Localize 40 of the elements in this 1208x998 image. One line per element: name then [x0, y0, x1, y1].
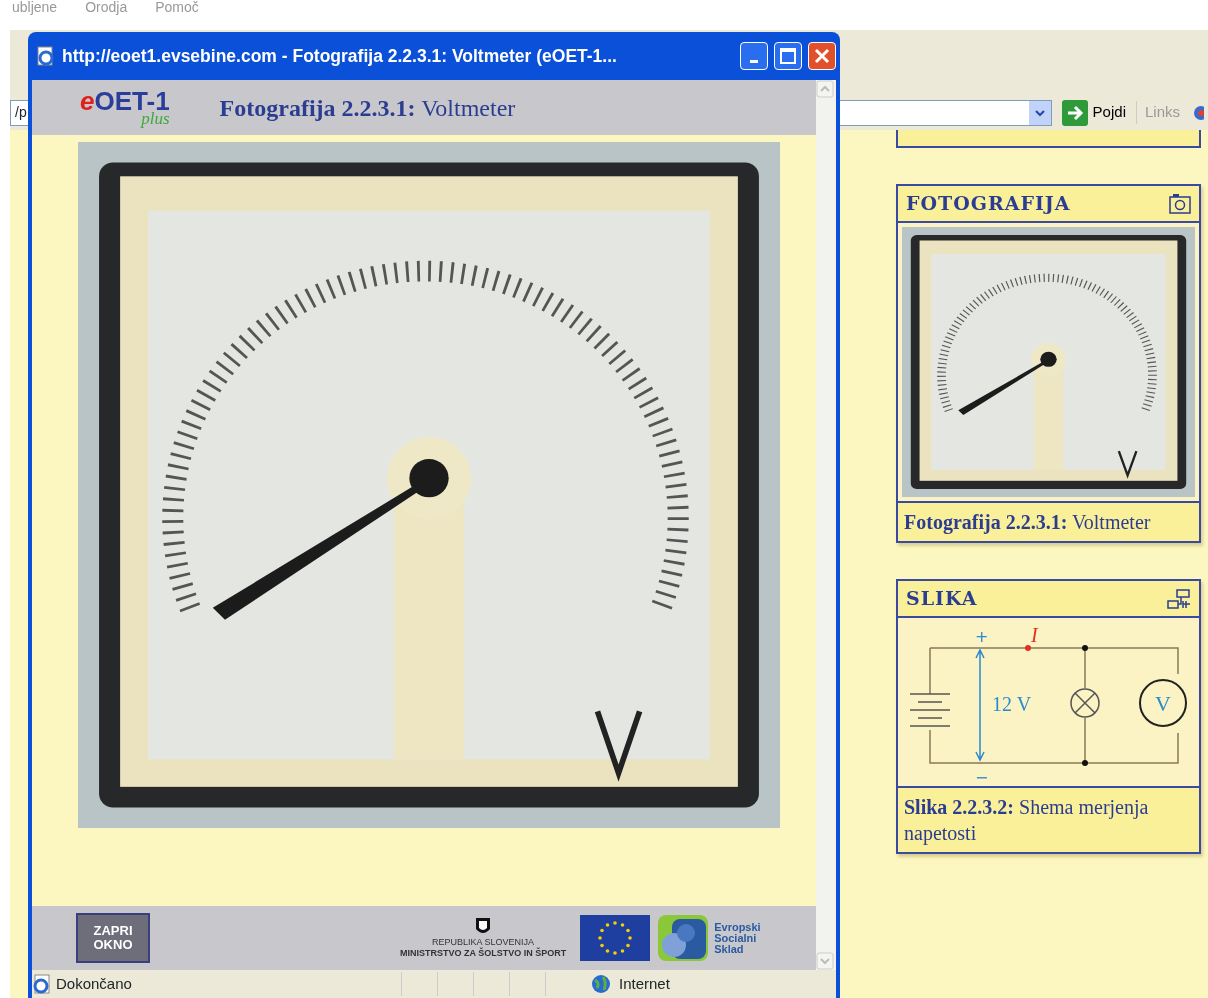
close-button[interactable]: [808, 42, 836, 70]
menu-item[interactable]: Orodja: [85, 0, 128, 30]
dropdown-button[interactable]: [1028, 100, 1051, 125]
ess-text: Sklad: [714, 943, 745, 955]
zone-text: Internet: [619, 973, 670, 994]
menu-item[interactable]: ubljene: [12, 0, 58, 30]
page-icon: [32, 974, 52, 994]
close-window-button[interactable]: ZAPRI OKNO: [76, 913, 150, 963]
diagram-icon: [1167, 588, 1191, 609]
address-text: /p: [14, 103, 27, 122]
panel-title: FOTOGRAFIJA: [906, 191, 1071, 217]
current-label: I: [1031, 624, 1038, 646]
voltage-label: 12 V: [992, 693, 1032, 715]
ministry-text: REPUBLIKA SLOVENIJA: [432, 937, 535, 947]
meter-symbol: V: [1155, 691, 1171, 716]
caret-icon: [1033, 107, 1046, 118]
close-icon: [814, 48, 830, 64]
menu-item[interactable]: Pomoč: [155, 0, 199, 30]
maximize-icon: [780, 48, 796, 64]
page-heading: Fotografija 2.2.3.1: Voltmeter: [219, 93, 516, 123]
globe-icon: [591, 974, 611, 994]
minimize-button[interactable]: [740, 42, 768, 70]
links-button[interactable]: Links: [1135, 101, 1188, 124]
caption-text: Fotografija 2.2.3.1: Voltmeter: [903, 510, 1152, 536]
ministry-text: MINISTRSTVO ZA ŠOLSTVO IN ŠPORT: [400, 948, 567, 959]
minus-sign: −: [975, 768, 989, 787]
camera-icon: [1169, 193, 1191, 214]
ess-logo-icon: [658, 915, 709, 961]
plus-sign: +: [975, 627, 989, 646]
ess-text: Evropski: [714, 921, 761, 933]
panel-title: SLIKA: [906, 586, 978, 612]
status-text: Dokončano: [56, 973, 133, 994]
minimize-icon: [750, 60, 758, 63]
maximize-button[interactable]: [774, 42, 802, 70]
ess-text: Socialni: [714, 932, 757, 944]
go-button[interactable]: Pojdi: [1057, 99, 1130, 126]
caption-text: Slika 2.2.3.2: Shema merjenja napetosti: [903, 795, 1150, 847]
window-title: http://eoet1.evsebine.com - Fotografija 2.2.3.1: Voltmeter (eOET-1...: [62, 44, 618, 68]
page-icon: [36, 46, 56, 66]
eu-flag-icon: [580, 915, 651, 961]
